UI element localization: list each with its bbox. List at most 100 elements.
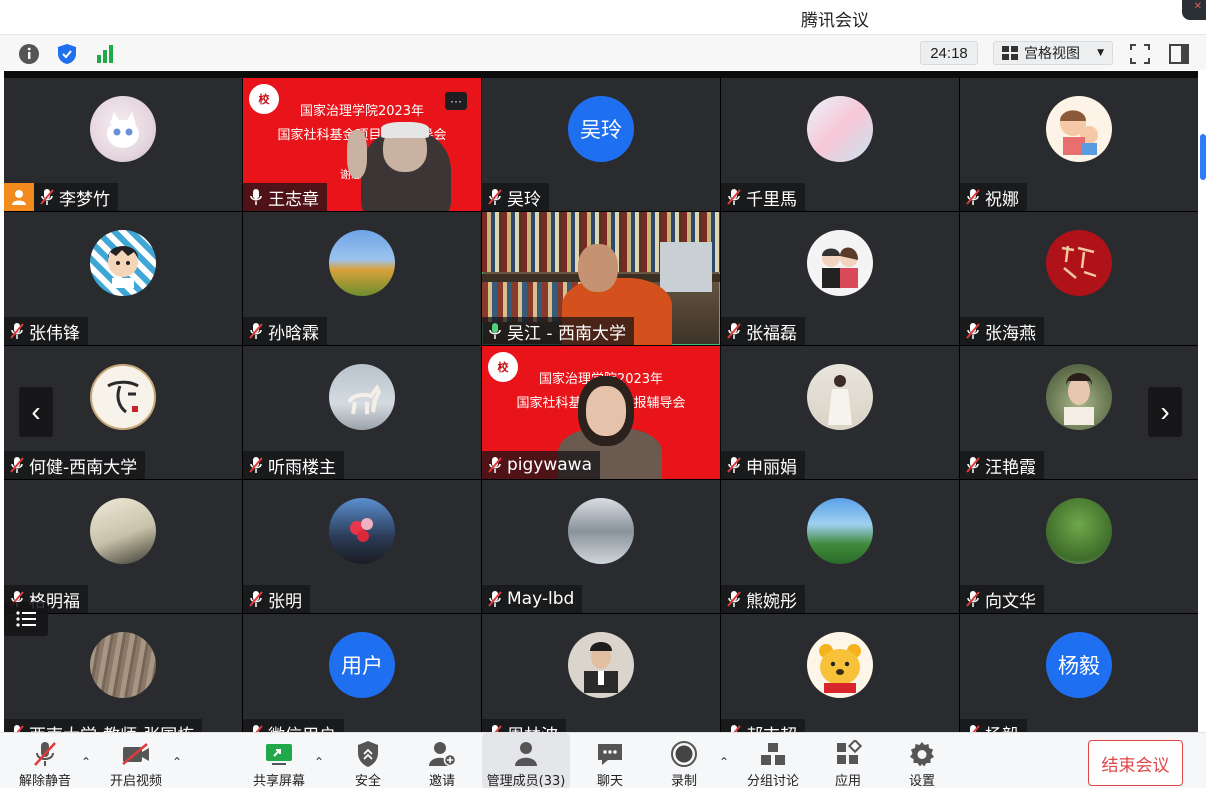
participant-nameplate: 吴玲	[482, 183, 549, 211]
avatar	[807, 230, 873, 296]
mic-muted-icon	[727, 323, 741, 339]
apps-button[interactable]: 应用	[826, 733, 870, 788]
participant-tile[interactable]: 格明福	[4, 480, 242, 613]
cartoon-boy-avatar-icon	[108, 246, 138, 288]
participant-tile[interactable]: 张福磊	[721, 212, 959, 345]
chat-button[interactable]: 聊天	[588, 733, 632, 788]
avatar	[90, 230, 156, 296]
participant-nameplate: 周林波	[482, 719, 566, 732]
settings-button[interactable]: 设置	[900, 733, 944, 788]
participant-tile[interactable]: 郝吉超	[721, 614, 959, 732]
participant-nameplate: 熊婉彤	[721, 585, 805, 613]
mic-muted-icon	[40, 189, 54, 205]
participant-nameplate: 申丽娟	[721, 451, 805, 479]
mic-muted-icon	[727, 457, 741, 473]
participant-nameplate: 西南大学-教师-张国栋	[4, 719, 203, 732]
participant-tile[interactable]: 听雨楼主	[243, 346, 481, 479]
participant-tile[interactable]: 张明	[243, 480, 481, 613]
shield-icon	[358, 740, 378, 767]
mic-muted-icon	[34, 741, 56, 766]
invite-button[interactable]: 邀请	[420, 733, 464, 788]
participant-tile[interactable]: 熊婉彤	[721, 480, 959, 613]
avatar	[90, 498, 156, 564]
mic-on-icon	[489, 323, 501, 339]
prev-page-button[interactable]: ‹	[19, 387, 53, 437]
security-button[interactable]: 安全	[346, 733, 390, 788]
view-mode-select[interactable]: 宫格视图 ▼	[993, 41, 1113, 65]
share-screen-icon	[266, 743, 292, 765]
participant-tile[interactable]: 向文华	[960, 480, 1198, 613]
avatar	[1046, 498, 1112, 564]
participant-tile[interactable]: 杨毅 杨毅	[960, 614, 1198, 732]
avatar	[807, 498, 873, 564]
participant-nameplate: 王志章	[243, 183, 327, 211]
participant-nameplate: 汪艳霞	[960, 451, 1044, 479]
participant-tile[interactable]: 校 国家治理学院2023年 国家社科基金项目申报辅导会 谢您参与 ··· 王志章	[243, 78, 481, 211]
scrollbar-thumb[interactable]	[1200, 134, 1206, 180]
avatar	[568, 498, 634, 564]
mic-on-icon	[250, 189, 262, 205]
cat-avatar-icon	[107, 112, 139, 148]
avatar	[329, 364, 395, 430]
gear-icon	[910, 741, 934, 766]
participant-tile[interactable]: 祝娜	[960, 78, 1198, 211]
avatar	[90, 96, 156, 162]
participant-nameplate: 听雨楼主	[243, 451, 344, 479]
breakout-rooms-button[interactable]: 分组讨论	[744, 733, 802, 788]
avatar	[1046, 96, 1112, 162]
participant-nameplate: pigywawa	[482, 451, 601, 479]
participant-list-toggle[interactable]	[4, 602, 48, 636]
host-badge	[4, 183, 34, 211]
manage-members-button[interactable]: 管理成员(33)	[482, 733, 570, 788]
participant-tile[interactable]: 千里馬	[721, 78, 959, 211]
close-icon: ✕	[1193, 1, 1202, 12]
chevron-up-icon[interactable]: ⌃	[719, 755, 729, 769]
start-video-button[interactable]: 开启视频	[106, 733, 166, 788]
mic-muted-icon	[488, 189, 502, 205]
participant-nameplate: 何健-西南大学	[4, 451, 146, 479]
avatar	[807, 96, 873, 162]
network-status-button[interactable]	[93, 42, 117, 66]
participant-nameplate: 微信用户	[243, 719, 344, 732]
participant-tile[interactable]: 张海燕	[960, 212, 1198, 345]
meeting-toolbar: 解除静音 ⌃ 开启视频 ⌃ 共享屏幕 ⌃ 安全 邀请 管理成员(33) 聊天 录…	[0, 732, 1206, 788]
avatar	[90, 364, 156, 430]
more-options-button[interactable]: ···	[445, 92, 467, 110]
mic-muted-icon	[10, 457, 24, 473]
fullscreen-button[interactable]	[1128, 42, 1152, 66]
end-meeting-button[interactable]: 结束会议	[1088, 740, 1183, 786]
participant-tile[interactable]: May-lbd	[482, 480, 720, 613]
share-screen-button[interactable]: 共享屏幕	[248, 733, 310, 788]
notification-badge[interactable]: ✕	[1182, 0, 1206, 20]
participant-tile[interactable]: 用户 微信用户	[243, 614, 481, 732]
participant-tile[interactable]: 李梦竹	[4, 78, 242, 211]
participant-tile[interactable]: 孙晗霖	[243, 212, 481, 345]
participant-tile[interactable]: 吴玲 吴玲	[482, 78, 720, 211]
unmute-button[interactable]: 解除静音	[14, 733, 76, 788]
chevron-up-icon[interactable]: ⌃	[172, 755, 182, 769]
mic-muted-icon	[490, 725, 502, 732]
security-status-button[interactable]	[55, 42, 79, 66]
info-button[interactable]	[17, 42, 41, 66]
mic-muted-icon	[966, 457, 980, 473]
next-page-button[interactable]: ›	[1148, 387, 1182, 437]
fullscreen-icon	[1130, 44, 1150, 64]
grid-view-icon	[1002, 46, 1018, 60]
participant-tile[interactable]: 校 国家治理学院2023年 国家社科基金项目申报辅导会 pigywawa	[482, 346, 720, 479]
mic-muted-icon	[966, 189, 980, 205]
avatar: 吴玲	[568, 96, 634, 162]
view-mode-label: 宫格视图	[1024, 46, 1080, 62]
participant-grid: 李梦竹 校 国家治理学院2023年 国家社科基金项目申报辅导会 谢您参与 ···…	[4, 78, 1198, 732]
chevron-up-icon[interactable]: ⌃	[81, 755, 91, 769]
participant-tile[interactable]: 申丽娟	[721, 346, 959, 479]
chevron-up-icon[interactable]: ⌃	[314, 755, 324, 769]
participant-tile-active-speaker[interactable]: 吴江 - 西南大学	[482, 212, 720, 345]
participant-tile[interactable]: 张伟锋	[4, 212, 242, 345]
couple-avatar-icon	[822, 247, 858, 288]
participant-nameplate: 吴江 - 西南大学	[482, 317, 634, 345]
record-button[interactable]: 录制	[662, 733, 706, 788]
mic-muted-icon	[727, 591, 741, 607]
participant-tile[interactable]: 周林波	[482, 614, 720, 732]
record-icon	[671, 740, 697, 767]
side-panel-button[interactable]	[1167, 42, 1191, 66]
